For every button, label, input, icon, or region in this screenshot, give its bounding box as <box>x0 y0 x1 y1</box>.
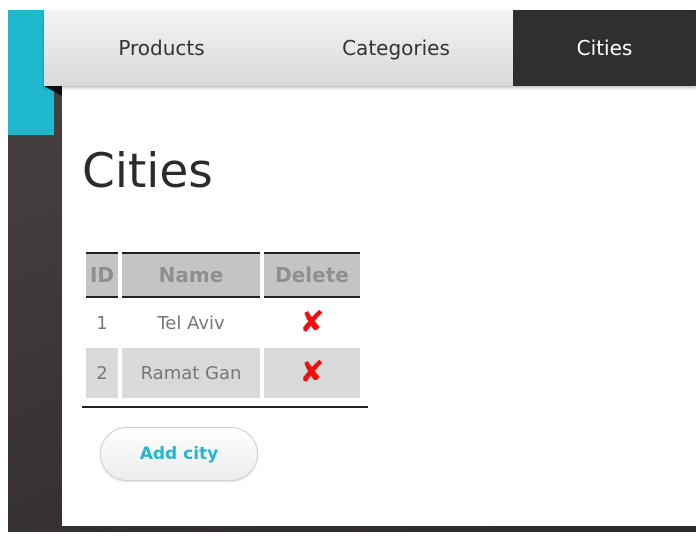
column-header-delete: Delete <box>264 252 360 298</box>
top-nav: Products Categories Cities <box>44 10 696 86</box>
table-bottom-rule <box>82 406 368 408</box>
cities-table: ID Name Delete 1 Tel Aviv ✘ 2 Ramat Gan … <box>82 252 364 398</box>
nav-tab-cities[interactable]: Cities <box>513 10 696 86</box>
delete-x-icon[interactable]: ✘ <box>299 358 324 388</box>
cell-delete: ✘ <box>264 348 360 398</box>
column-header-name: Name <box>122 252 260 298</box>
cell-name: Tel Aviv <box>157 312 225 334</box>
cell-id: 1 <box>96 312 108 334</box>
table-row: 2 Ramat Gan ✘ <box>86 348 360 398</box>
add-city-button[interactable]: Add city <box>100 427 258 481</box>
cell-name: Ramat Gan <box>122 348 260 398</box>
page-title: Cities <box>82 144 213 199</box>
delete-x-icon[interactable]: ✘ <box>299 308 324 338</box>
nav-tab-categories[interactable]: Categories <box>279 10 513 86</box>
table-header-row: ID Name Delete <box>86 252 360 298</box>
cell-delete: ✘ <box>264 298 360 348</box>
table-row: 1 Tel Aviv ✘ <box>86 298 360 348</box>
nav-tab-products[interactable]: Products <box>44 10 279 86</box>
column-header-id: ID <box>86 252 118 298</box>
nav-fold-shadow <box>44 86 62 96</box>
cell-id: 2 <box>86 348 118 398</box>
